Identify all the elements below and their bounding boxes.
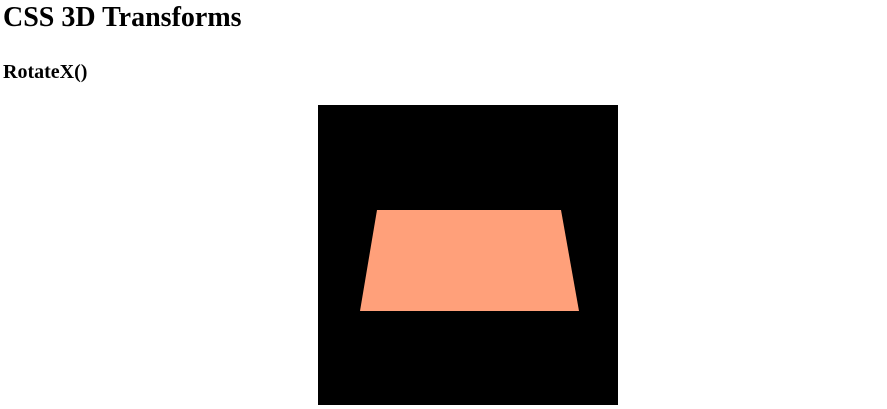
rotatex-demo-canvas — [360, 210, 579, 311]
section-title: RotateX() — [3, 61, 88, 83]
page-title: CSS 3D Transforms — [3, 2, 242, 33]
rotated-box — [360, 210, 579, 311]
rotatex-demo-stage — [318, 105, 618, 405]
